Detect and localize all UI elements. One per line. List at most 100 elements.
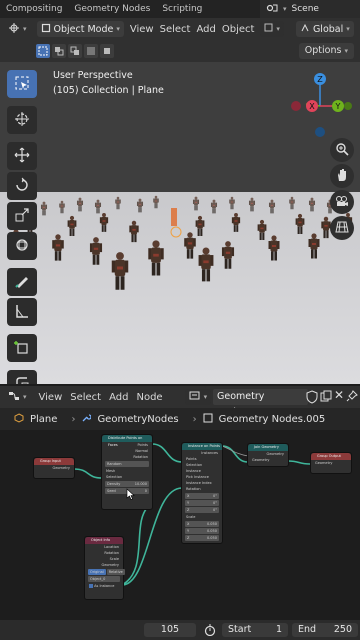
node-editor-header: ▾ View Select Add Node ▾ Geometry Nodes.… (0, 386, 360, 418)
node-group-input[interactable]: Group Input Geometry (33, 457, 75, 479)
transform-relative-toggle[interactable]: Relative (106, 569, 125, 575)
svg-text:Z: Z (317, 75, 323, 84)
node-header: Group Output (311, 453, 351, 460)
move-icon (14, 147, 30, 166)
link-icon (264, 23, 273, 35)
selected-origin-marker (170, 208, 182, 238)
node-group-name-field[interactable]: Geometry Nodes.005 (213, 389, 308, 418)
breadcrumb: Plane › GeometryNodes › Geometry Nodes.0… (0, 408, 360, 430)
breadcrumb-node-group[interactable]: Geometry Nodes.005 (219, 414, 326, 425)
select-box-tool[interactable] (7, 70, 37, 98)
stopwatch-icon[interactable] (204, 624, 216, 639)
breadcrumb-modifier[interactable]: GeometryNodes (97, 414, 178, 425)
tab-compositing[interactable]: Compositing (0, 0, 68, 18)
distribute-mode-dropdown[interactable]: Random (105, 461, 149, 467)
rotation-x-field[interactable]: X 0° (185, 493, 219, 499)
current-frame-field[interactable]: 105 (144, 623, 196, 637)
chevron-down-icon: ▾ (23, 25, 27, 33)
node-instance-on-points[interactable]: Instance on Points Instances Points Sele… (181, 442, 223, 544)
scale-z-field[interactable]: Z 0.050 (185, 535, 219, 541)
menu-object[interactable]: Object (222, 24, 255, 35)
close-icon[interactable]: ✕ (334, 388, 344, 402)
chevron-down-icon: ▾ (346, 25, 350, 33)
checkbox-icon (89, 584, 93, 588)
socket-label: Geometry (52, 466, 70, 470)
pin-icon[interactable] (346, 390, 358, 405)
menu-select[interactable]: Select (160, 24, 191, 35)
node-group-output[interactable]: Group Output Geometry (310, 452, 352, 474)
viewport-header: ▾ Object Mode ▾ View Select Add Object ▾… (0, 18, 360, 40)
node-editor-canvas[interactable]: Group Input Geometry Distribute Points o… (0, 430, 360, 620)
viewport-collection-label: (105) Collection | Plane (53, 85, 164, 96)
3d-viewport[interactable]: User Perspective (105) Collection | Plan… (0, 62, 360, 384)
select-intersect-icon[interactable] (100, 44, 114, 58)
end-frame-field[interactable]: End 250 (292, 623, 358, 637)
node-object-info[interactable]: Object Info Location Rotation Scale Geom… (84, 536, 125, 600)
tool-shelf (7, 70, 39, 384)
geometry-nodes-icon (189, 391, 201, 404)
rotate-tool[interactable] (7, 172, 37, 200)
rotation-y-field[interactable]: Y 0° (185, 500, 219, 506)
as-instance-checkbox[interactable]: As Instance (85, 583, 123, 589)
chevron-down-icon: ▾ (116, 25, 120, 33)
ne-menu-select[interactable]: Select (70, 392, 101, 403)
snap-dropdown[interactable]: ▾ (260, 21, 284, 37)
mesh-object-icon (14, 412, 24, 426)
orientation-label: Global (312, 23, 344, 35)
ne-menu-add[interactable]: Add (109, 392, 128, 403)
select-invert-icon[interactable] (84, 44, 98, 58)
transform-original-toggle[interactable]: Original (88, 569, 106, 575)
menu-view[interactable]: View (130, 24, 154, 35)
axis-gizmo[interactable]: Z Y X (288, 68, 352, 138)
tab-geometry-nodes[interactable]: Geometry Nodes (68, 0, 156, 18)
scene-label: Scene (291, 4, 319, 14)
start-label: Start (228, 624, 252, 635)
fake-user-shield-icon[interactable] (306, 390, 318, 407)
select-extend-icon[interactable] (52, 44, 66, 58)
scale-x-field[interactable]: X 0.050 (185, 521, 219, 527)
svg-text:Y: Y (335, 102, 341, 111)
duplicate-icon[interactable] (320, 390, 332, 405)
breadcrumb-object[interactable]: Plane (30, 414, 57, 425)
field-label: Y (187, 501, 190, 505)
select-subtract-icon[interactable] (68, 44, 82, 58)
node-join-geometry[interactable]: Join Geometry Geometry Geometry (247, 443, 289, 467)
chevron-right-icon: › (192, 413, 197, 425)
ne-menu-node[interactable]: Node (136, 392, 162, 403)
transform-tool[interactable] (7, 232, 37, 260)
move-tool[interactable] (7, 142, 37, 170)
object-picker-field[interactable]: Object_0 (88, 576, 120, 582)
add-cube-tool[interactable] (7, 334, 37, 362)
ne-menu-view[interactable]: View (39, 392, 63, 403)
editor-type-button[interactable]: ▾ (4, 389, 31, 405)
field-value: 0.050 (206, 522, 217, 526)
options-dropdown[interactable]: Options ▾ (298, 43, 354, 59)
editor-type-button[interactable]: ▾ (4, 21, 31, 37)
cursor-tool[interactable] (7, 106, 37, 134)
field-value: 0° (213, 508, 217, 512)
density-field[interactable]: Density 10.000 (105, 481, 149, 487)
scene-selector[interactable]: ▾ Scene (260, 0, 360, 18)
menu-add[interactable]: Add (196, 24, 215, 35)
timeline-bar: 105 Start 1 End 250 (0, 620, 360, 640)
socket-label: Geometry (252, 458, 270, 462)
start-frame-field[interactable]: Start 1 (222, 623, 288, 637)
select-new-icon[interactable] (36, 44, 50, 58)
orientation-dropdown[interactable]: Global ▾ (295, 21, 354, 37)
camera-view-button[interactable] (330, 190, 354, 214)
scale-y-field[interactable]: Y 0.050 (185, 528, 219, 534)
perspective-toggle-button[interactable] (330, 216, 354, 240)
measure-tool[interactable] (7, 298, 37, 326)
tab-scripting[interactable]: Scripting (156, 0, 208, 18)
pan-button[interactable] (330, 164, 354, 188)
node-tree-type-button[interactable]: ▾ (184, 389, 212, 405)
extrude-tool[interactable] (7, 370, 37, 384)
zoom-button[interactable] (330, 138, 354, 162)
mode-dropdown[interactable]: Object Mode ▾ (36, 21, 124, 37)
socket-label: Rotation (133, 455, 148, 459)
modifier-wrench-icon (81, 413, 93, 426)
rotation-z-field[interactable]: Z 0° (185, 507, 219, 513)
scale-tool[interactable] (7, 202, 37, 230)
annotate-tool[interactable] (7, 268, 37, 296)
scene-icon (266, 3, 278, 16)
